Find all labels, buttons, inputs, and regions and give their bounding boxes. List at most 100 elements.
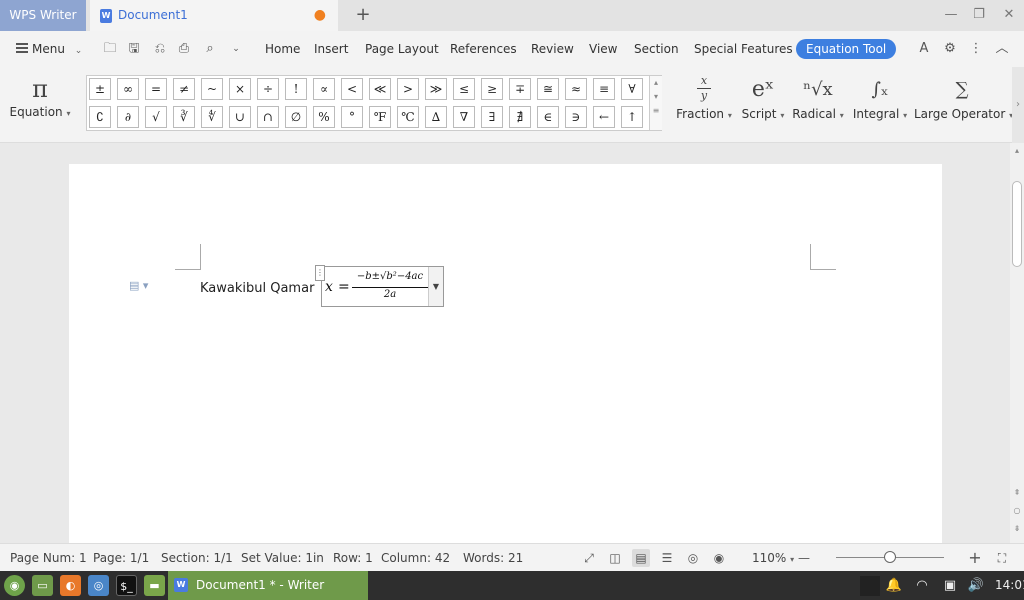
menu-equation-tool[interactable]: Equation Tool [796,39,897,59]
symbol-button[interactable]: ~ [201,78,223,100]
symbol-button[interactable]: ÷ [257,78,279,100]
menu-review[interactable]: Review [531,40,574,58]
restore-button[interactable]: ❐ [969,6,989,24]
fit-page-icon[interactable]: ⛶ [993,549,1011,567]
print-preview-icon[interactable]: ⌕ [202,40,218,58]
menu-home[interactable]: Home [265,40,300,58]
equation-denominator[interactable]: 2a [352,289,428,300]
symbol-button[interactable]: ≥ [481,78,503,100]
volume-icon[interactable]: 🔊 [966,576,986,596]
taskbar-writer-window[interactable]: W Document1 * - Writer [168,571,368,600]
outline-view-icon[interactable]: ☰ [658,549,676,567]
menu-references[interactable]: References [450,40,517,58]
equation-drag-handle-icon[interactable]: ⋮ [315,265,325,281]
scroll-up-icon[interactable]: ▴ [1010,145,1024,157]
browser-icon[interactable]: ◎ [88,575,109,596]
author-text[interactable]: Kawakibul Qamar [200,281,314,296]
full-screen-icon[interactable]: ⤢ [580,549,598,567]
equation-object[interactable]: ⋮ x = −b±√b²−4ac 2a ▼ [315,265,444,307]
vertical-scrollbar[interactable]: ▴ ⇞ ○ ⇟ [1010,143,1024,543]
symbol-button[interactable]: ∝ [313,78,335,100]
open-folder-icon[interactable]: 🗀 [102,40,118,58]
scroll-thumb[interactable] [1012,181,1022,267]
status-row[interactable]: Row: 1 [333,551,373,565]
symbol-button[interactable]: ∆ [425,106,447,128]
symbol-button[interactable]: ° [341,106,363,128]
menu-special-features[interactable]: Special Features [694,40,793,58]
zoom-in-icon[interactable]: + [966,549,984,567]
ribbon-scroll-right-icon[interactable]: › [1012,67,1024,143]
format-painter-icon[interactable]: ⎌ [152,40,168,58]
close-window-button[interactable]: ✕ [999,6,1019,24]
symbol-button[interactable]: ∛ [173,106,195,128]
paragraph-options-icon[interactable]: ▤ ▾ [129,279,151,293]
font-style-icon[interactable]: A [915,40,933,58]
large-operator-button[interactable]: ∑ Large Operator ▾ [914,75,1013,131]
menu-view[interactable]: View [589,40,617,58]
symbol-button[interactable]: ≫ [425,78,447,100]
menu-insert[interactable]: Insert [314,40,348,58]
select-browse-object-icon[interactable]: ○ [1010,505,1024,517]
more-options-icon[interactable]: ⋮ [967,40,985,58]
new-tab-button[interactable]: + [352,4,374,26]
symbol-button[interactable]: ∈ [537,106,559,128]
symbol-button[interactable]: ± [89,78,111,100]
symbol-gallery-scroll[interactable]: ▴ ▾ ≡ [649,76,662,130]
mint-menu-icon[interactable]: ◉ [4,575,25,596]
status-column[interactable]: Column: 42 [381,551,450,565]
gear-icon[interactable]: ⚙ [941,40,959,58]
symbol-button[interactable]: % [313,106,335,128]
equation-options-dropdown-icon[interactable]: ▼ [428,267,443,306]
symbol-button[interactable]: ! [285,78,307,100]
page-down-icon[interactable]: ⇟ [1010,523,1024,535]
print-icon[interactable]: ⎙ [176,40,192,58]
scroll-down-icon[interactable]: ▾ [650,90,662,104]
zoom-out-icon[interactable]: — [795,549,813,567]
symbol-button[interactable]: ∩ [257,106,279,128]
symbol-button[interactable]: > [397,78,419,100]
collapse-ribbon-icon[interactable]: ︿ [993,40,1011,58]
page-up-icon[interactable]: ⇞ [1010,487,1024,499]
expand-gallery-icon[interactable]: ≡ [650,104,662,118]
firefox-icon[interactable]: ◐ [60,575,81,596]
read-mode-icon[interactable]: ◫ [606,549,624,567]
status-page[interactable]: Page: 1/1 [93,551,149,565]
symbol-button[interactable]: ∅ [285,106,307,128]
status-section[interactable]: Section: 1/1 [161,551,233,565]
symbol-button[interactable]: ∇ [453,106,475,128]
symbol-button[interactable]: ∃ [481,106,503,128]
symbol-button[interactable]: ↑ [621,106,643,128]
status-page-num[interactable]: Page Num: 1 [10,551,87,565]
insert-equation-button[interactable]: π Equation ▾ [8,75,72,131]
symbol-button[interactable]: ≡ [593,78,615,100]
symbol-button[interactable]: ℉ [369,106,391,128]
symbol-button[interactable]: < [341,78,363,100]
minimize-button[interactable]: — [941,6,961,24]
symbol-button[interactable]: ∞ [117,78,139,100]
quick-access-more-icon[interactable]: ⌄ [228,40,244,58]
clipboard-icon[interactable]: ▣ [940,576,960,596]
integral-button[interactable]: ∫ₓ Integral ▾ [852,75,908,131]
symbol-button[interactable]: ∀ [621,78,643,100]
status-set-value[interactable]: Set Value: 1in [241,551,324,565]
symbol-button[interactable]: ℃ [397,106,419,128]
menu-page-layout[interactable]: Page Layout [365,40,439,58]
symbol-button[interactable]: ← [593,106,615,128]
script-button[interactable]: eˣ Script ▾ [740,75,786,131]
app-tab[interactable]: WPS Writer [0,0,86,31]
symbol-button[interactable]: ∪ [229,106,251,128]
symbol-button[interactable]: ≅ [537,78,559,100]
show-desktop-icon[interactable]: ▭ [32,575,53,596]
document-canvas[interactable]: ▤ ▾ Kawakibul Qamar ⋮ x = −b±√b²−4ac 2a … [0,143,1010,543]
clock[interactable]: 14:01 [995,578,1024,592]
wifi-icon[interactable]: ◠ [912,576,932,596]
symbol-button[interactable]: ∜ [201,106,223,128]
document-page[interactable]: ▤ ▾ Kawakibul Qamar ⋮ x = −b±√b²−4ac 2a … [69,164,942,543]
terminal-icon[interactable]: $_ [116,575,137,596]
symbol-button[interactable]: ∋ [565,106,587,128]
symbol-button[interactable]: ∂ [117,106,139,128]
web-view-icon[interactable]: ◎ [684,549,702,567]
symbol-button[interactable]: = [145,78,167,100]
radical-button[interactable]: ⁿ√x Radical ▾ [792,75,844,131]
symbol-button[interactable]: ≤ [453,78,475,100]
